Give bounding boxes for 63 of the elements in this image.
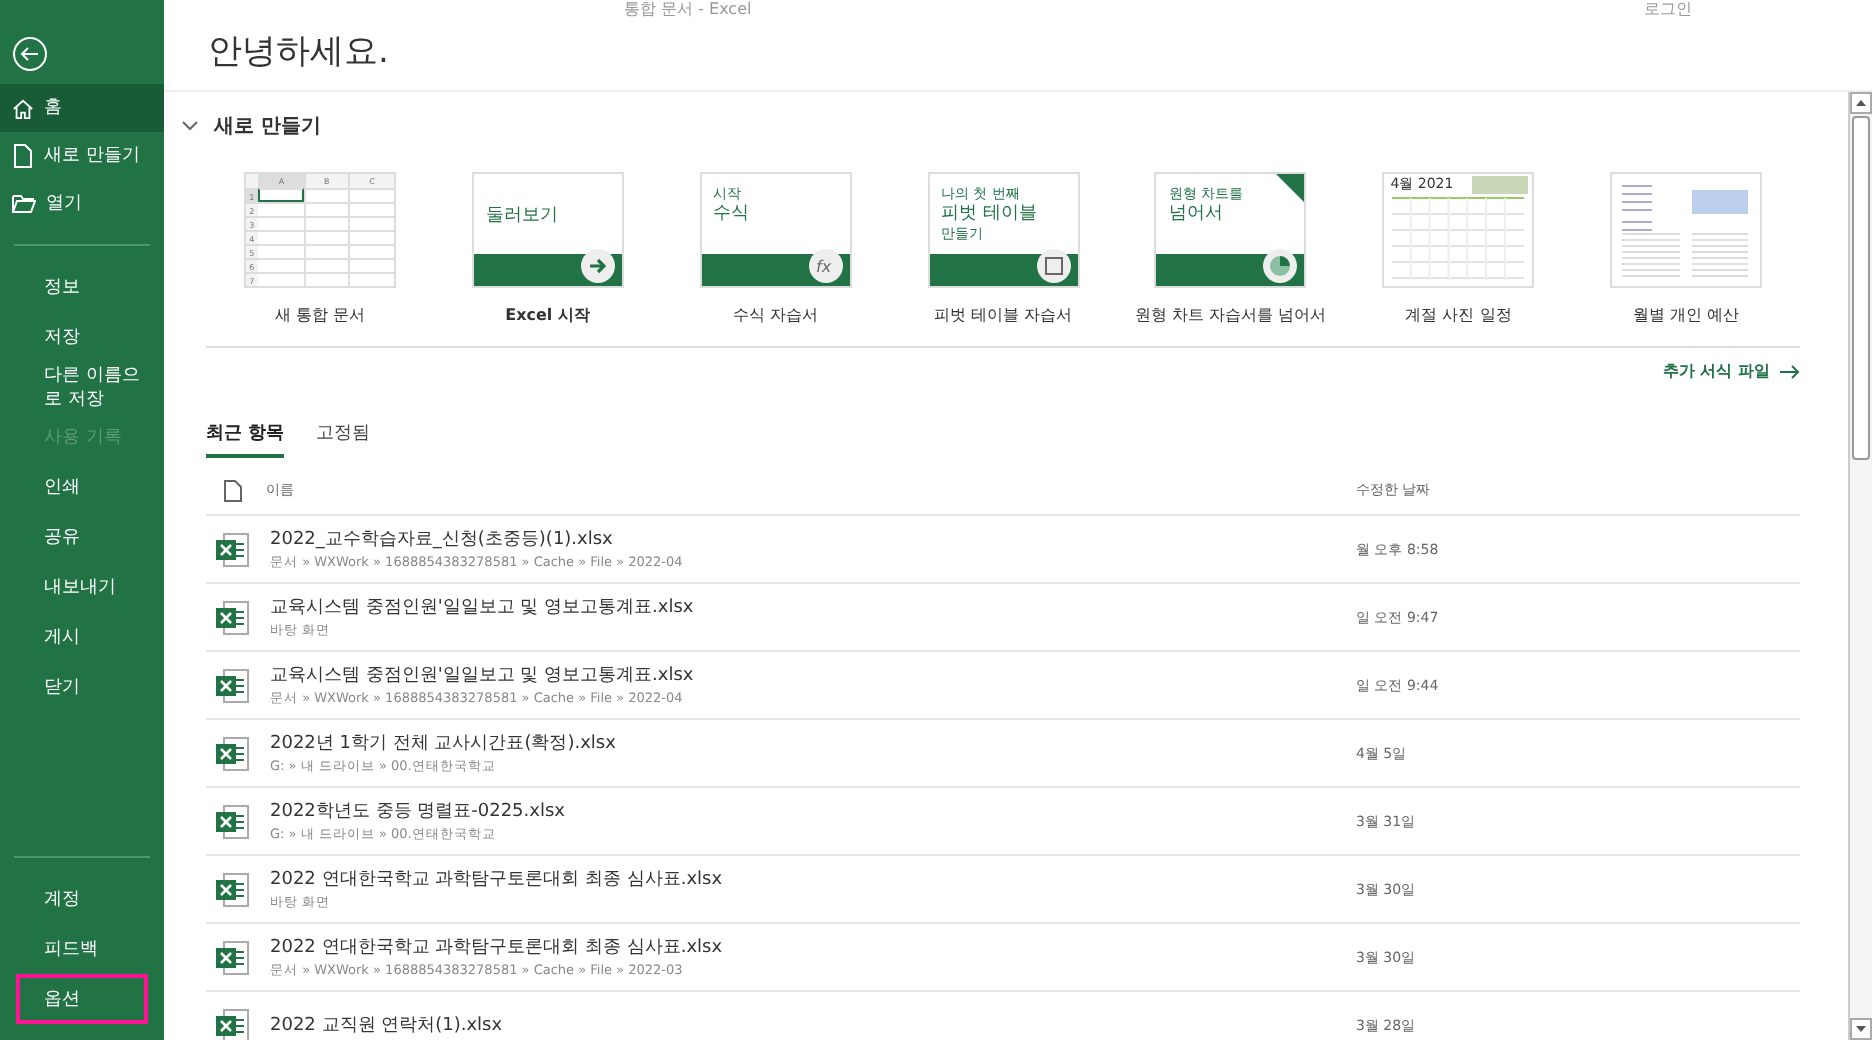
corner-ribbon xyxy=(1276,174,1305,202)
document-icon xyxy=(224,479,242,501)
sidebar-item[interactable]: 피드백 xyxy=(0,924,164,974)
thumbnail-text: 피벗 테이블 xyxy=(941,204,1037,226)
thumbnail-icon xyxy=(1035,248,1071,284)
file-name: 2022_교수학습자료_신청(초중등)(1).xlsx xyxy=(270,528,615,552)
spreadsheet-file-icon xyxy=(214,735,250,771)
template-label[interactable]: Excel 시작 xyxy=(505,304,590,326)
thumbnail-icon xyxy=(1262,248,1299,284)
file-name: 교육시스템 중점인원'일일보고 및 영보고통계표.xlsx xyxy=(270,664,696,688)
scroll-down-icon[interactable] xyxy=(1856,1026,1866,1032)
sidebar-item[interactable]: 계정 xyxy=(0,874,164,924)
thumbnail-text: 수식 xyxy=(713,204,750,226)
spreadsheet-file-icon xyxy=(214,667,250,703)
home-icon xyxy=(12,97,34,119)
folder-icon xyxy=(12,194,36,214)
chevron-icon[interactable] xyxy=(182,120,198,132)
template-label[interactable]: 피벗 테이블 자습서 xyxy=(933,304,1073,326)
template-label[interactable]: 수식 자습서 xyxy=(732,304,818,326)
spreadsheet-file-icon xyxy=(214,599,250,635)
template-label[interactable]: 계절 사진 일정 xyxy=(1405,304,1512,326)
greeting-heading: 안녕하세요. xyxy=(164,20,1872,92)
spreadsheet-file-icon xyxy=(214,871,250,907)
spreadsheet-file-icon xyxy=(214,531,250,567)
sidebar-item[interactable]: 정보 xyxy=(0,262,164,312)
file-name: 교육시스템 중점인원'일일보고 및 영보고통계표.xlsx xyxy=(270,596,696,620)
window-title: 통합 문서 - Excel xyxy=(624,0,752,20)
arrow-icon[interactable] xyxy=(1780,363,1800,379)
tab[interactable]: 최근 항목 xyxy=(206,418,285,458)
file-name: 2022 연대한국학교 과학탐구토론대회 최종 심사표.xlsx xyxy=(270,868,725,892)
file-name: 2022학년도 중등 명렬표-0225.xlsx xyxy=(270,800,567,824)
sidebar-item[interactable]: 다른 이름으로 저장 xyxy=(0,362,164,412)
sidebar-item[interactable]: 게시 xyxy=(0,612,164,662)
sidebar-item[interactable]: 저장 xyxy=(0,312,164,362)
template-label[interactable]: 월별 개인 예산 xyxy=(1633,304,1740,326)
document-icon xyxy=(12,144,34,168)
tab[interactable]: 고정됨 xyxy=(316,418,371,458)
sidebar-item[interactable]: 새로 만들기 xyxy=(0,132,164,180)
function-symbol: fx xyxy=(815,258,831,276)
sidebar-item[interactable]: 인쇄 xyxy=(0,462,164,512)
template-label[interactable]: 새 통합 문서 xyxy=(274,304,365,326)
template-label[interactable]: 원형 차트 자습서를 넘어서 xyxy=(1135,304,1327,326)
sidebar-item[interactable]: 닫기 xyxy=(0,662,164,712)
thumbnail-icon xyxy=(579,248,616,284)
sidebar-item[interactable]: 내보내기 xyxy=(0,562,164,612)
scrollbar[interactable] xyxy=(1848,92,1872,1040)
file-name: 2022 연대한국학교 과학탐구토론대회 최종 심사표.xlsx xyxy=(270,936,725,960)
sidebar-item[interactable]: 공유 xyxy=(0,512,164,562)
sidebar-item[interactable]: 옵션 xyxy=(16,974,148,1024)
spreadsheet-file-icon xyxy=(214,803,250,839)
thumbnail-text: 둘러보기 xyxy=(485,206,558,228)
thumbnail-text: 넘어서 xyxy=(1168,204,1225,226)
section-heading: 새로 만들기 xyxy=(214,114,321,140)
more-templates-link[interactable]: 추가 서식 파일 xyxy=(1662,360,1770,382)
back-icon[interactable] xyxy=(12,36,48,72)
sidebar-item[interactable]: 홈 xyxy=(0,84,164,132)
spreadsheet-file-icon xyxy=(214,939,250,975)
scroll-up-icon[interactable] xyxy=(1856,100,1866,106)
budget-thumbnail[interactable] xyxy=(1610,172,1763,288)
tutorial-thumbnail[interactable]: 둘러보기 xyxy=(471,172,624,288)
sidebar-item[interactable]: 열기 xyxy=(0,180,164,228)
file-name: 2022 교직원 연락처(1).xlsx xyxy=(270,1014,505,1038)
file-name: 2022년 1학기 전체 교사시간표(확정).xlsx xyxy=(270,732,618,756)
